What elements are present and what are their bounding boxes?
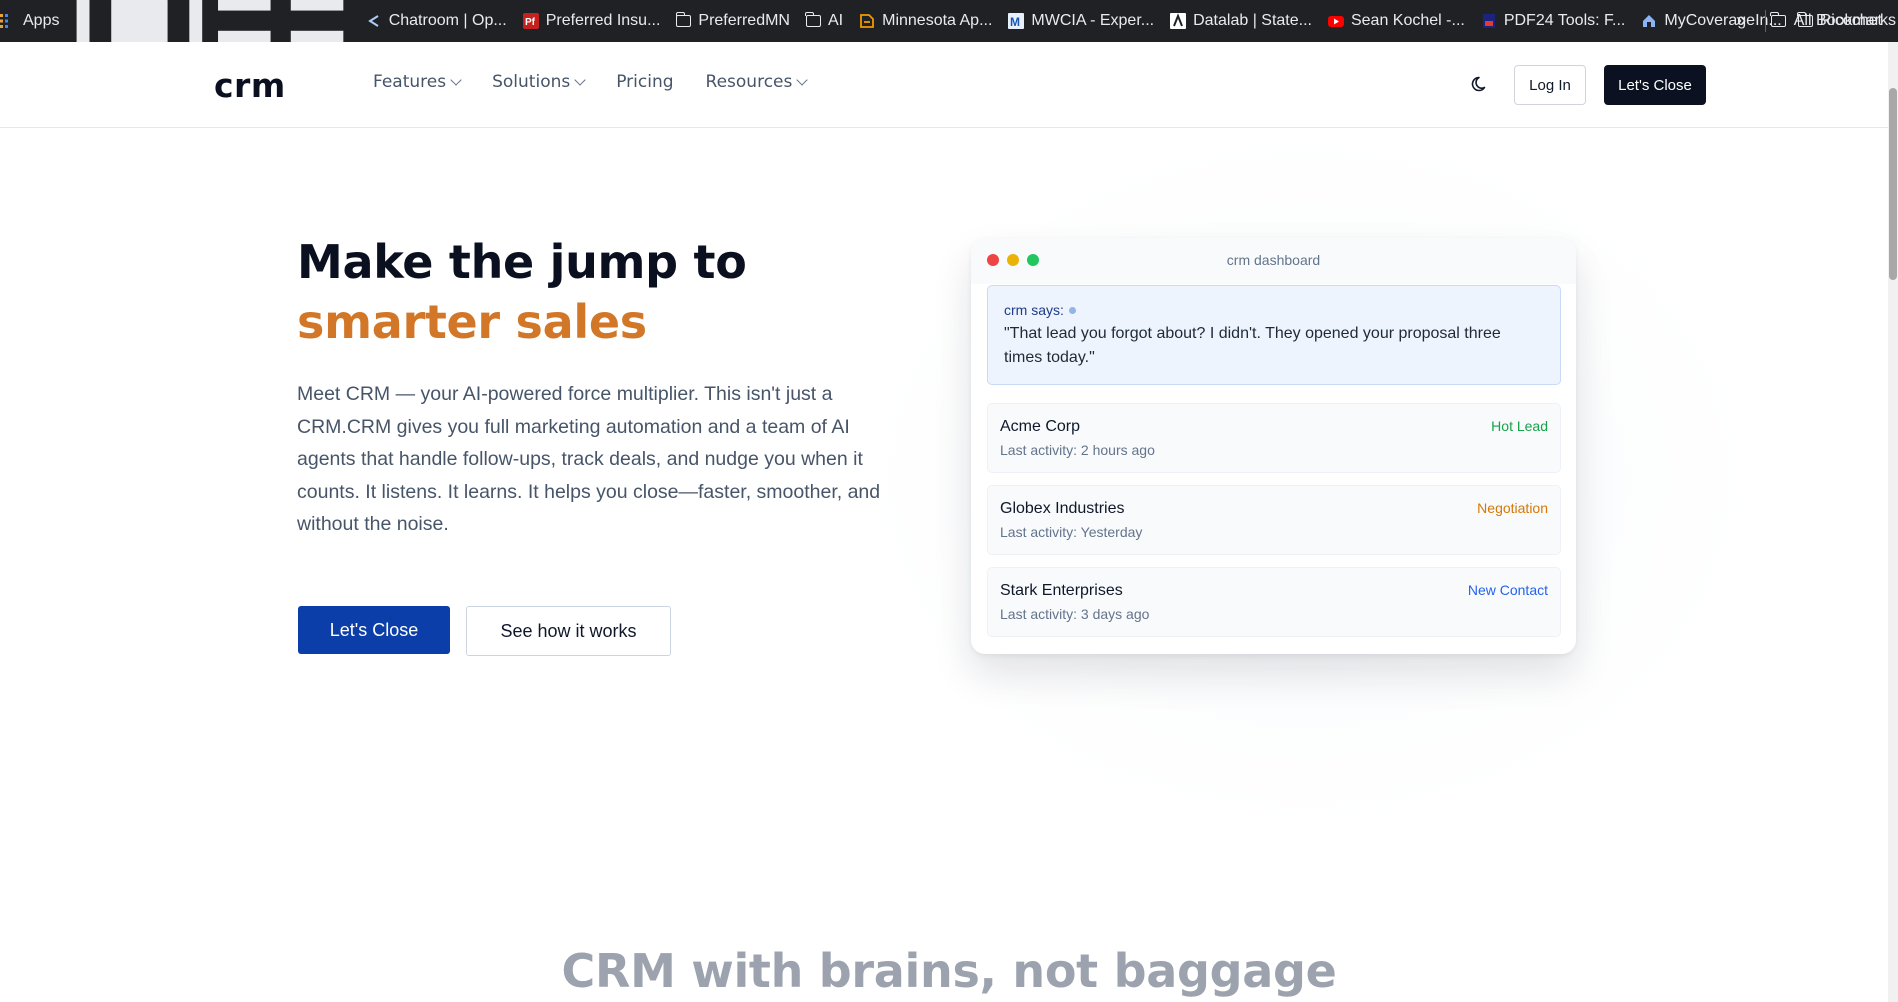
bookmark-label: AI [827,12,844,29]
bookmark-item[interactable]: Pf Preferred Insu... [522,12,661,30]
apps-grid-icon [0,14,8,28]
dashboard-title: crm dashboard [1226,252,1321,268]
dark-mode-toggle-moon-icon[interactable] [1470,74,1490,94]
hero-title: Make the jump to smarter sales [297,232,747,352]
bookmark-label: MWCIA - Exper... [1031,12,1155,29]
bookmark-label: PDF24 Tools: F... [1503,12,1626,29]
youtube-icon [1327,16,1344,27]
crm-logo[interactable]: crm [214,66,286,105]
chevron-down-icon [574,74,586,86]
lead-name: Globex Industries [1000,500,1125,517]
bookmark-apps[interactable]: Apps [0,12,59,30]
bookmark-label: Datalab | State... [1193,12,1312,29]
bookmark-item[interactable]: PDF24 Tools: F... [1481,12,1626,30]
bookmark-item[interactable]: M MWCIA - Exper... [1008,12,1154,30]
scrollbar-thumb[interactable] [1889,88,1897,280]
nav-label: Pricing [616,72,674,92]
section-heading: CRM with brains, not baggage [561,944,1337,998]
lets-close-header-button[interactable]: Let's Close [1604,65,1706,105]
folder-icon [675,12,692,27]
dashboard-preview: crm dashboard crm says: "That lead you f… [971,238,1576,654]
svg-text:M: M [1010,15,1020,29]
lead-card[interactable]: Globex Industries Last activity: Yesterd… [987,485,1561,555]
see-how-it-works-button[interactable]: See how it works [466,606,671,656]
folder-icon [1770,12,1786,27]
lead-name: Acme Corp [1000,418,1081,435]
nav-resources[interactable]: Resources [705,72,809,92]
bookmark-label: Minnesota Ap... [882,12,993,29]
all-bookmarks-label: All Bookmarks [1793,12,1896,29]
bookmarks-bar: Apps Chatroom | Op... Pf Preferred Insu.… [0,0,1898,84]
lets-close-button[interactable]: Let's Close [298,606,450,654]
site-header: crm Features Solutions Pricing Resources… [0,42,1898,128]
bookmark-item[interactable]: Datalab | State... [1170,12,1312,30]
bookmark-item[interactable]: MyCoverageIn... [1641,12,1782,30]
apps-label: Apps [23,12,60,29]
bookmark-item[interactable]: Minnesota Ap... [859,12,992,30]
lead-name: Stark Enterprises [1000,582,1123,599]
m-logo-icon: M [1008,13,1025,29]
chevron-down-icon [450,74,462,86]
chevron-down-icon [796,74,809,86]
dashboard-titlebar: crm dashboard [971,238,1576,284]
crm-says-label: crm says: [1004,302,1076,318]
lead-card[interactable]: Stark Enterprises Last activity: 3 days … [987,567,1561,637]
bookmark-label: Preferred Insu... [545,12,661,29]
main-nav: Features Solutions Pricing Resources [373,72,838,92]
bookmarks-overflow-chevron-icon[interactable]: » [1736,10,1746,31]
nav-pricing[interactable]: Pricing [616,72,673,92]
crm-says-text: "That lead you forgot about? I didn't. T… [1004,325,1501,366]
lead-card[interactable]: Acme Corp Last activity: 2 hours ago Hot… [987,403,1561,473]
bookmarks-divider [1765,10,1766,32]
says-label-text: crm says: [1004,302,1064,318]
bookmark-folder[interactable]: AI [805,12,844,30]
orange-doc-icon [860,14,875,28]
bookmark-item[interactable]: Chatroom | Op... [366,12,507,30]
typing-dot-icon [1068,306,1076,314]
nav-features[interactable]: Features [373,72,462,92]
nav-label: Resources [705,72,793,92]
nav-label: Solutions [492,72,571,92]
lead-activity: Last activity: 3 days ago [1000,606,1150,622]
svg-text:Pf: Pf [525,17,536,28]
bookmark-label: Chatroom | Op... [388,12,507,29]
house-icon [1643,15,1656,27]
lead-activity: Last activity: 2 hours ago [1000,442,1155,458]
crm-says-message: crm says: "That lead you forgot about? I… [987,285,1561,385]
bookmark-label: Sean Kochel -... [1350,12,1465,29]
folder-icon [805,12,821,27]
lead-status-badge: Negotiation [1477,500,1548,516]
pf-logo-icon: Pf [522,13,539,29]
login-button[interactable]: Log In [1514,65,1586,105]
nav-label: Features [373,72,447,92]
lead-activity: Last activity: Yesterday [1000,524,1143,540]
chat-icon [367,15,379,27]
bookmark-folder[interactable]: PreferredMN [675,12,790,30]
hero-title-line1: Make the jump to [297,235,747,289]
all-bookmarks-button[interactable]: All Bookmarks [1770,0,1898,42]
lead-status-badge: Hot Lead [1491,418,1548,434]
page-scrollbar[interactable] [1888,42,1898,1002]
nav-solutions[interactable]: Solutions [492,72,586,92]
hero-title-accent: smarter sales [297,295,647,349]
lead-status-badge: New Contact [1467,582,1548,598]
hero-description: Meet CRM — your AI-powered force multipl… [297,383,881,535]
datalab-icon [1170,13,1187,29]
bookmark-item[interactable]: Sean Kochel -... [1327,12,1465,30]
pdf24-icon [1482,14,1495,28]
bookmark-label: PreferredMN [698,12,790,29]
